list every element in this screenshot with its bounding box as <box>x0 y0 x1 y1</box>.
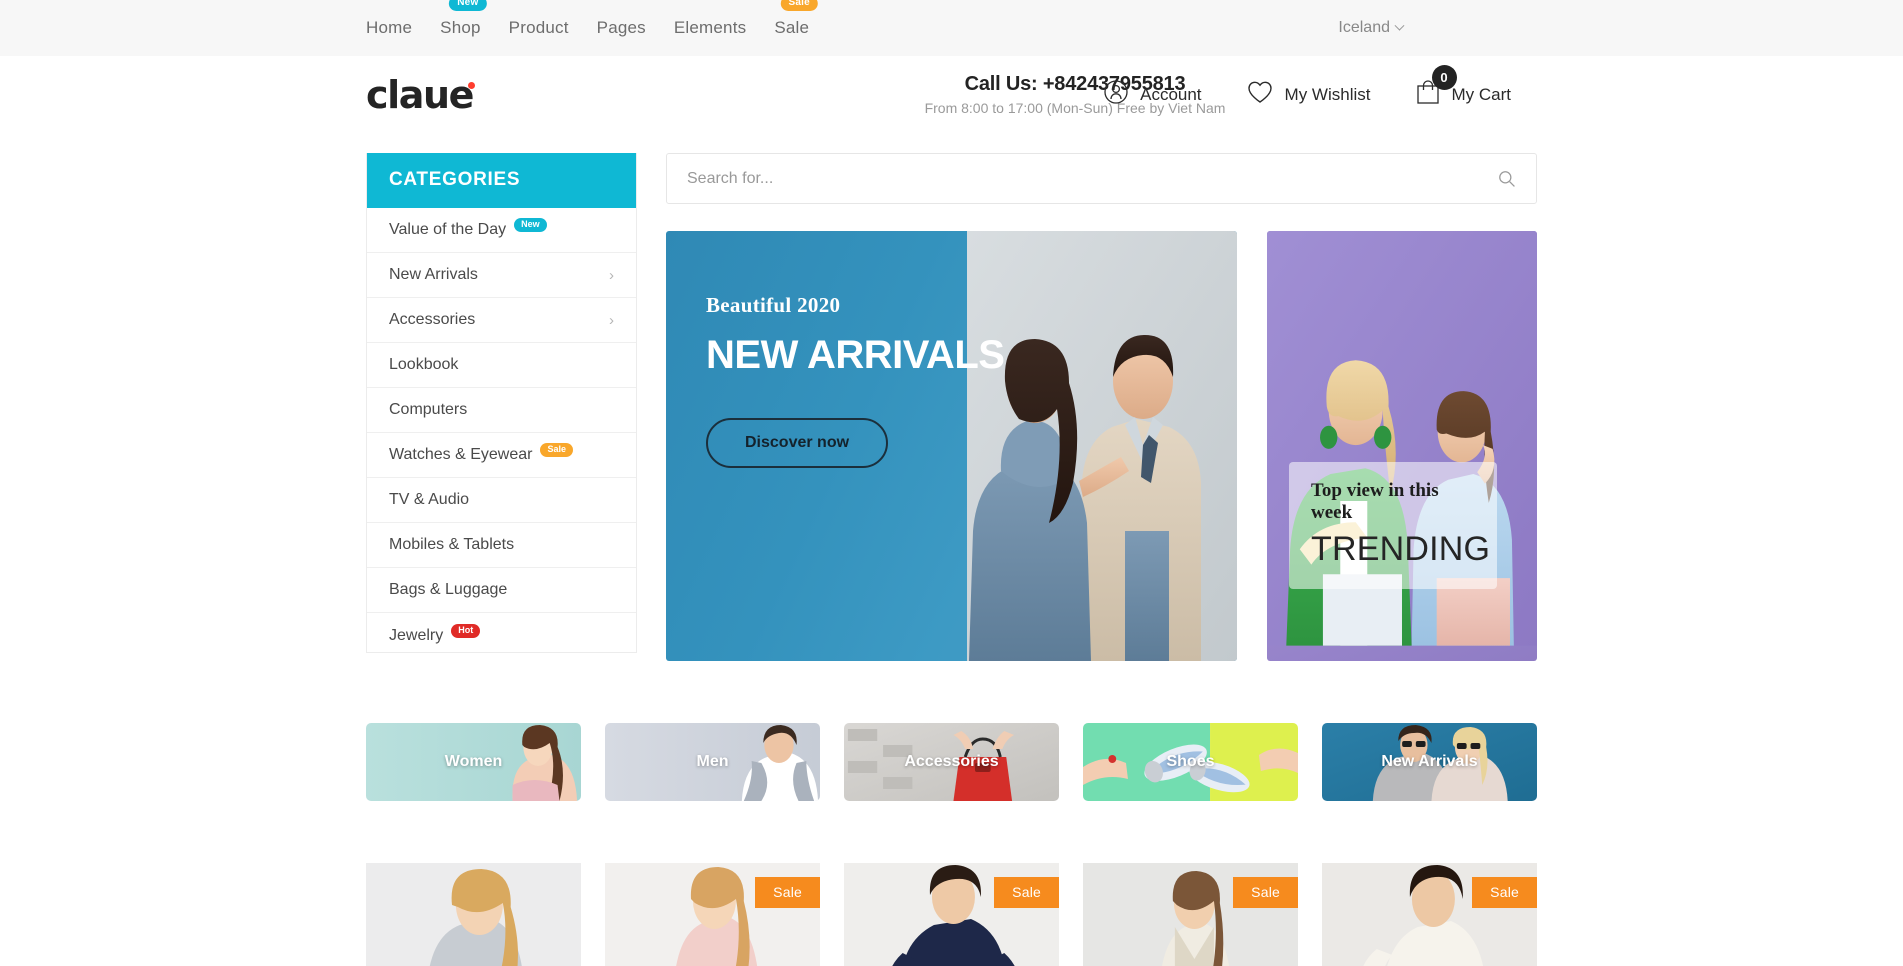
menu-item-label: Home <box>366 18 413 37</box>
category-item-new-arrivals[interactable]: New Arrivals › <box>367 253 636 298</box>
category-item-tv-audio[interactable]: TV & Audio <box>367 478 636 523</box>
category-tile-label: New Arrivals <box>1381 753 1478 770</box>
category-item-label: Watches & Eyewear <box>389 446 533 463</box>
category-item-lookbook[interactable]: Lookbook <box>367 343 636 388</box>
main-content: CATEGORIES Value of the Day New New Arriva… <box>366 153 1537 661</box>
main-menu: Home Shop New Product Pages Elements Sale Sale <box>366 0 818 42</box>
category-item-accessories[interactable]: Accessories › <box>367 298 636 343</box>
promo-banners: Beautiful 2020 NEW ARRIVALS Discover now <box>666 231 1537 661</box>
search-icon[interactable] <box>1497 169 1516 188</box>
menu-item-label: Pages <box>596 18 646 37</box>
trending-text-card: Top view in this week TRENDING <box>1289 462 1497 589</box>
product-card[interactable]: Sale <box>605 863 820 966</box>
category-tile-shoes[interactable]: Shoes <box>1083 723 1298 801</box>
menu-item-product[interactable]: Product <box>509 14 569 42</box>
language-selector[interactable]: Iceland <box>1338 19 1405 37</box>
category-tile-women[interactable]: Women <box>366 723 581 801</box>
category-tile-label: Women <box>444 753 503 770</box>
categories-title: CATEGORIES <box>367 153 636 208</box>
category-item-computers[interactable]: Computers <box>367 388 636 433</box>
site-logo[interactable]: claue <box>366 72 476 117</box>
sale-badge: Sale <box>1472 877 1537 908</box>
product-card[interactable]: Sale <box>844 863 1059 966</box>
category-tile-label: Men <box>696 753 729 770</box>
chevron-right-icon: › <box>609 311 614 329</box>
sale-badge: Sale <box>1233 877 1298 908</box>
category-tiles: Women Men Accessories Shoes New Arrivals <box>366 723 1537 801</box>
hero-discover-button[interactable]: Discover now <box>706 418 889 468</box>
header-action-label: Account <box>1140 84 1202 104</box>
product-card[interactable]: Sale <box>1083 863 1298 966</box>
language-label: Iceland <box>1338 19 1390 36</box>
category-badge-sale: Sale <box>540 443 573 457</box>
category-item-mobiles-tablets[interactable]: Mobiles & Tablets <box>367 523 636 568</box>
category-badge-new: New <box>514 218 547 232</box>
header-action-my-cart[interactable]: 0 My Cart <box>1415 65 1512 110</box>
category-item-bags-luggage[interactable]: Bags & Luggage <box>367 568 636 613</box>
category-item-label: Value of the Day <box>389 221 507 238</box>
top-navigation-bar: Home Shop New Product Pages Elements Sale Sale … <box>0 0 1903 56</box>
product-card[interactable]: Sale <box>1322 863 1537 966</box>
category-item-label: Bags & Luggage <box>389 581 508 598</box>
product-card[interactable] <box>366 863 581 966</box>
header-action-label: My Wishlist <box>1284 84 1371 104</box>
cart-count-badge: 0 <box>1431 65 1457 90</box>
menu-badge-sale: Sale <box>780 0 818 11</box>
logo-dot-icon <box>468 81 476 89</box>
user-icon <box>1103 79 1129 110</box>
logo-text: claue <box>366 72 474 117</box>
category-item-label: Jewelry <box>389 626 444 644</box>
menu-item-elements[interactable]: Elements <box>674 14 746 42</box>
menu-item-label: Shop <box>440 18 481 37</box>
category-item-value-of-the-day[interactable]: Value of the Day New <box>367 208 636 253</box>
search-bar[interactable] <box>666 153 1537 204</box>
category-item-label: Accessories <box>389 311 476 328</box>
menu-item-sale[interactable]: Sale Sale <box>774 0 818 42</box>
category-item-label: New Arrivals <box>389 266 478 283</box>
trending-banner[interactable]: Top view in this week TRENDING <box>1267 231 1537 661</box>
hero-title: NEW ARRIVALS <box>706 333 1005 377</box>
search-input[interactable] <box>687 169 1497 188</box>
category-tile-men[interactable]: Men <box>605 723 820 801</box>
category-item-label: Mobiles & Tablets <box>389 536 515 553</box>
hero-text-block: Beautiful 2020 NEW ARRIVALS Discover now <box>706 293 1005 468</box>
category-badge-hot: Hot <box>451 623 481 638</box>
trending-eyebrow: Top view in this week <box>1311 480 1439 523</box>
header-actions: Account My Wishlist 0 My Cart <box>1103 65 1512 110</box>
menu-badge-new: New <box>449 0 487 11</box>
hero-eyebrow: Beautiful 2020 <box>706 293 841 317</box>
menu-item-label: Elements <box>673 18 747 37</box>
site-header: claue Call Us: +842437955813 From 8:00 t… <box>0 56 1903 133</box>
menu-item-home[interactable]: Home <box>366 14 412 42</box>
heart-icon <box>1246 79 1274 110</box>
product-grid: Sale Sale Sale Sale <box>366 863 1537 966</box>
header-action-account[interactable]: Account <box>1103 79 1202 110</box>
category-item-watches-eyewear[interactable]: Watches & Eyewear Sale <box>367 433 636 478</box>
menu-item-label: Product <box>508 18 569 37</box>
chevron-down-icon <box>1394 20 1405 31</box>
category-item-jewelry[interactable]: Jewelry Hot <box>367 613 636 658</box>
trending-title: TRENDING <box>1311 530 1491 568</box>
header-action-label: My Cart <box>1451 84 1512 104</box>
menu-item-shop[interactable]: Shop New <box>440 0 487 42</box>
category-item-label: Lookbook <box>389 356 459 373</box>
hero-banner-new-arrivals[interactable]: Beautiful 2020 NEW ARRIVALS Discover now <box>666 231 1237 661</box>
category-tile-accessories[interactable]: Accessories <box>844 723 1059 801</box>
menu-item-pages[interactable]: Pages <box>597 14 646 42</box>
header-action-my-wishlist[interactable]: My Wishlist <box>1246 79 1371 110</box>
menu-item-label: Sale <box>774 18 810 37</box>
categories-list: Value of the Day New New Arrivals › Accessor… <box>367 208 636 658</box>
category-tile-new-arrivals[interactable]: New Arrivals <box>1322 723 1537 801</box>
category-tile-label: Shoes <box>1166 753 1215 770</box>
category-item-label: TV & Audio <box>389 491 470 508</box>
category-tile-label: Accessories <box>904 753 999 770</box>
category-item-label: Computers <box>389 401 468 418</box>
sale-badge: Sale <box>994 877 1059 908</box>
sale-badge: Sale <box>755 877 820 908</box>
right-column: Beautiful 2020 NEW ARRIVALS Discover now <box>666 153 1537 661</box>
chevron-right-icon: › <box>609 266 614 284</box>
categories-sidebar: CATEGORIES Value of the Day New New Arriva… <box>366 153 637 653</box>
